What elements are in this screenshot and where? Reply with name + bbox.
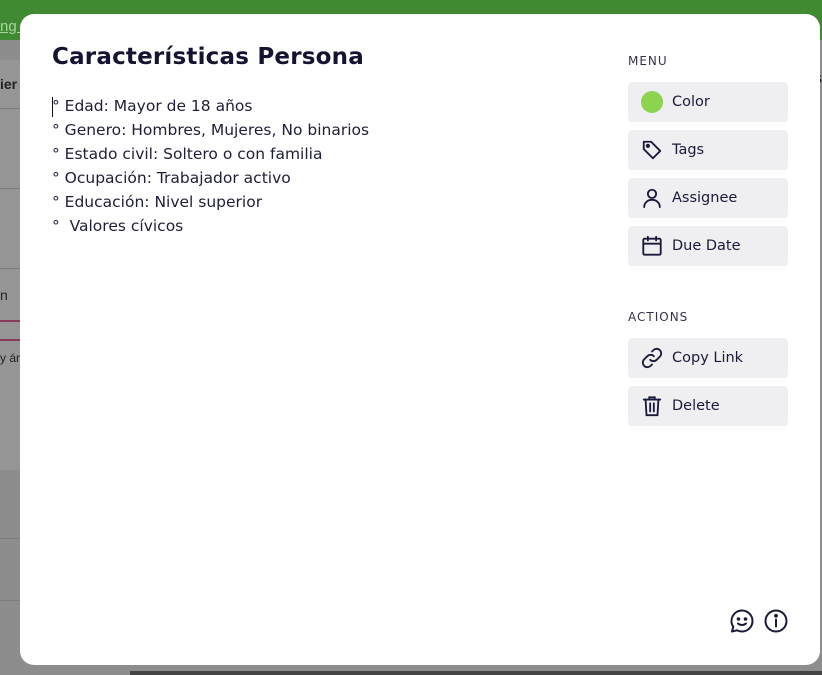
description-line: ° Ocupación: Trabajador activo: [52, 169, 291, 187]
card-detail-modal: Características Persona ° Edad: Mayor de…: [20, 14, 820, 665]
description-line: ° Educación: Nivel superior: [52, 193, 263, 211]
user-icon: [641, 187, 663, 209]
description-line: ° Estado civil: Soltero o con familia: [52, 145, 323, 163]
assignee-button-label: Assignee: [672, 190, 738, 206]
color-button-label: Color: [672, 94, 710, 110]
card-title[interactable]: Características Persona: [52, 44, 364, 70]
tags-button[interactable]: Tags: [628, 130, 788, 170]
due-date-button[interactable]: Due Date: [628, 226, 788, 266]
delete-button-label: Delete: [672, 398, 720, 414]
comment-smile-icon[interactable]: [729, 608, 755, 634]
info-icon[interactable]: [763, 608, 789, 634]
description-line: ° Genero: Hombres, Mujeres, No binarios: [52, 121, 370, 139]
tag-icon: [641, 139, 663, 161]
copy-link-button[interactable]: Copy Link: [628, 338, 788, 378]
description-line: ° Valores cívicos: [52, 217, 184, 235]
tags-button-label: Tags: [672, 142, 705, 158]
background-side-text-2: n: [0, 287, 8, 303]
description-line: ° Edad: Mayor de 18 años: [52, 97, 253, 115]
copy-link-button-label: Copy Link: [672, 350, 744, 366]
background-side-text-3: y ár: [0, 351, 21, 365]
calendar-icon: [641, 235, 663, 257]
due-date-button-label: Due Date: [672, 238, 741, 254]
trash-icon: [641, 395, 663, 417]
color-dot-icon: [641, 91, 663, 113]
background-side-text-1: ier: [0, 76, 18, 92]
assignee-button[interactable]: Assignee: [628, 178, 788, 218]
card-description[interactable]: ° Edad: Mayor de 18 años ° Genero: Hombr…: [52, 94, 592, 238]
menu-section-label: MENU: [628, 54, 668, 68]
background-bottom-bar: [130, 671, 822, 675]
link-icon: [641, 347, 663, 369]
color-button[interactable]: Color: [628, 82, 788, 122]
delete-button[interactable]: Delete: [628, 386, 788, 426]
actions-section-label: ACTIONS: [628, 310, 689, 324]
